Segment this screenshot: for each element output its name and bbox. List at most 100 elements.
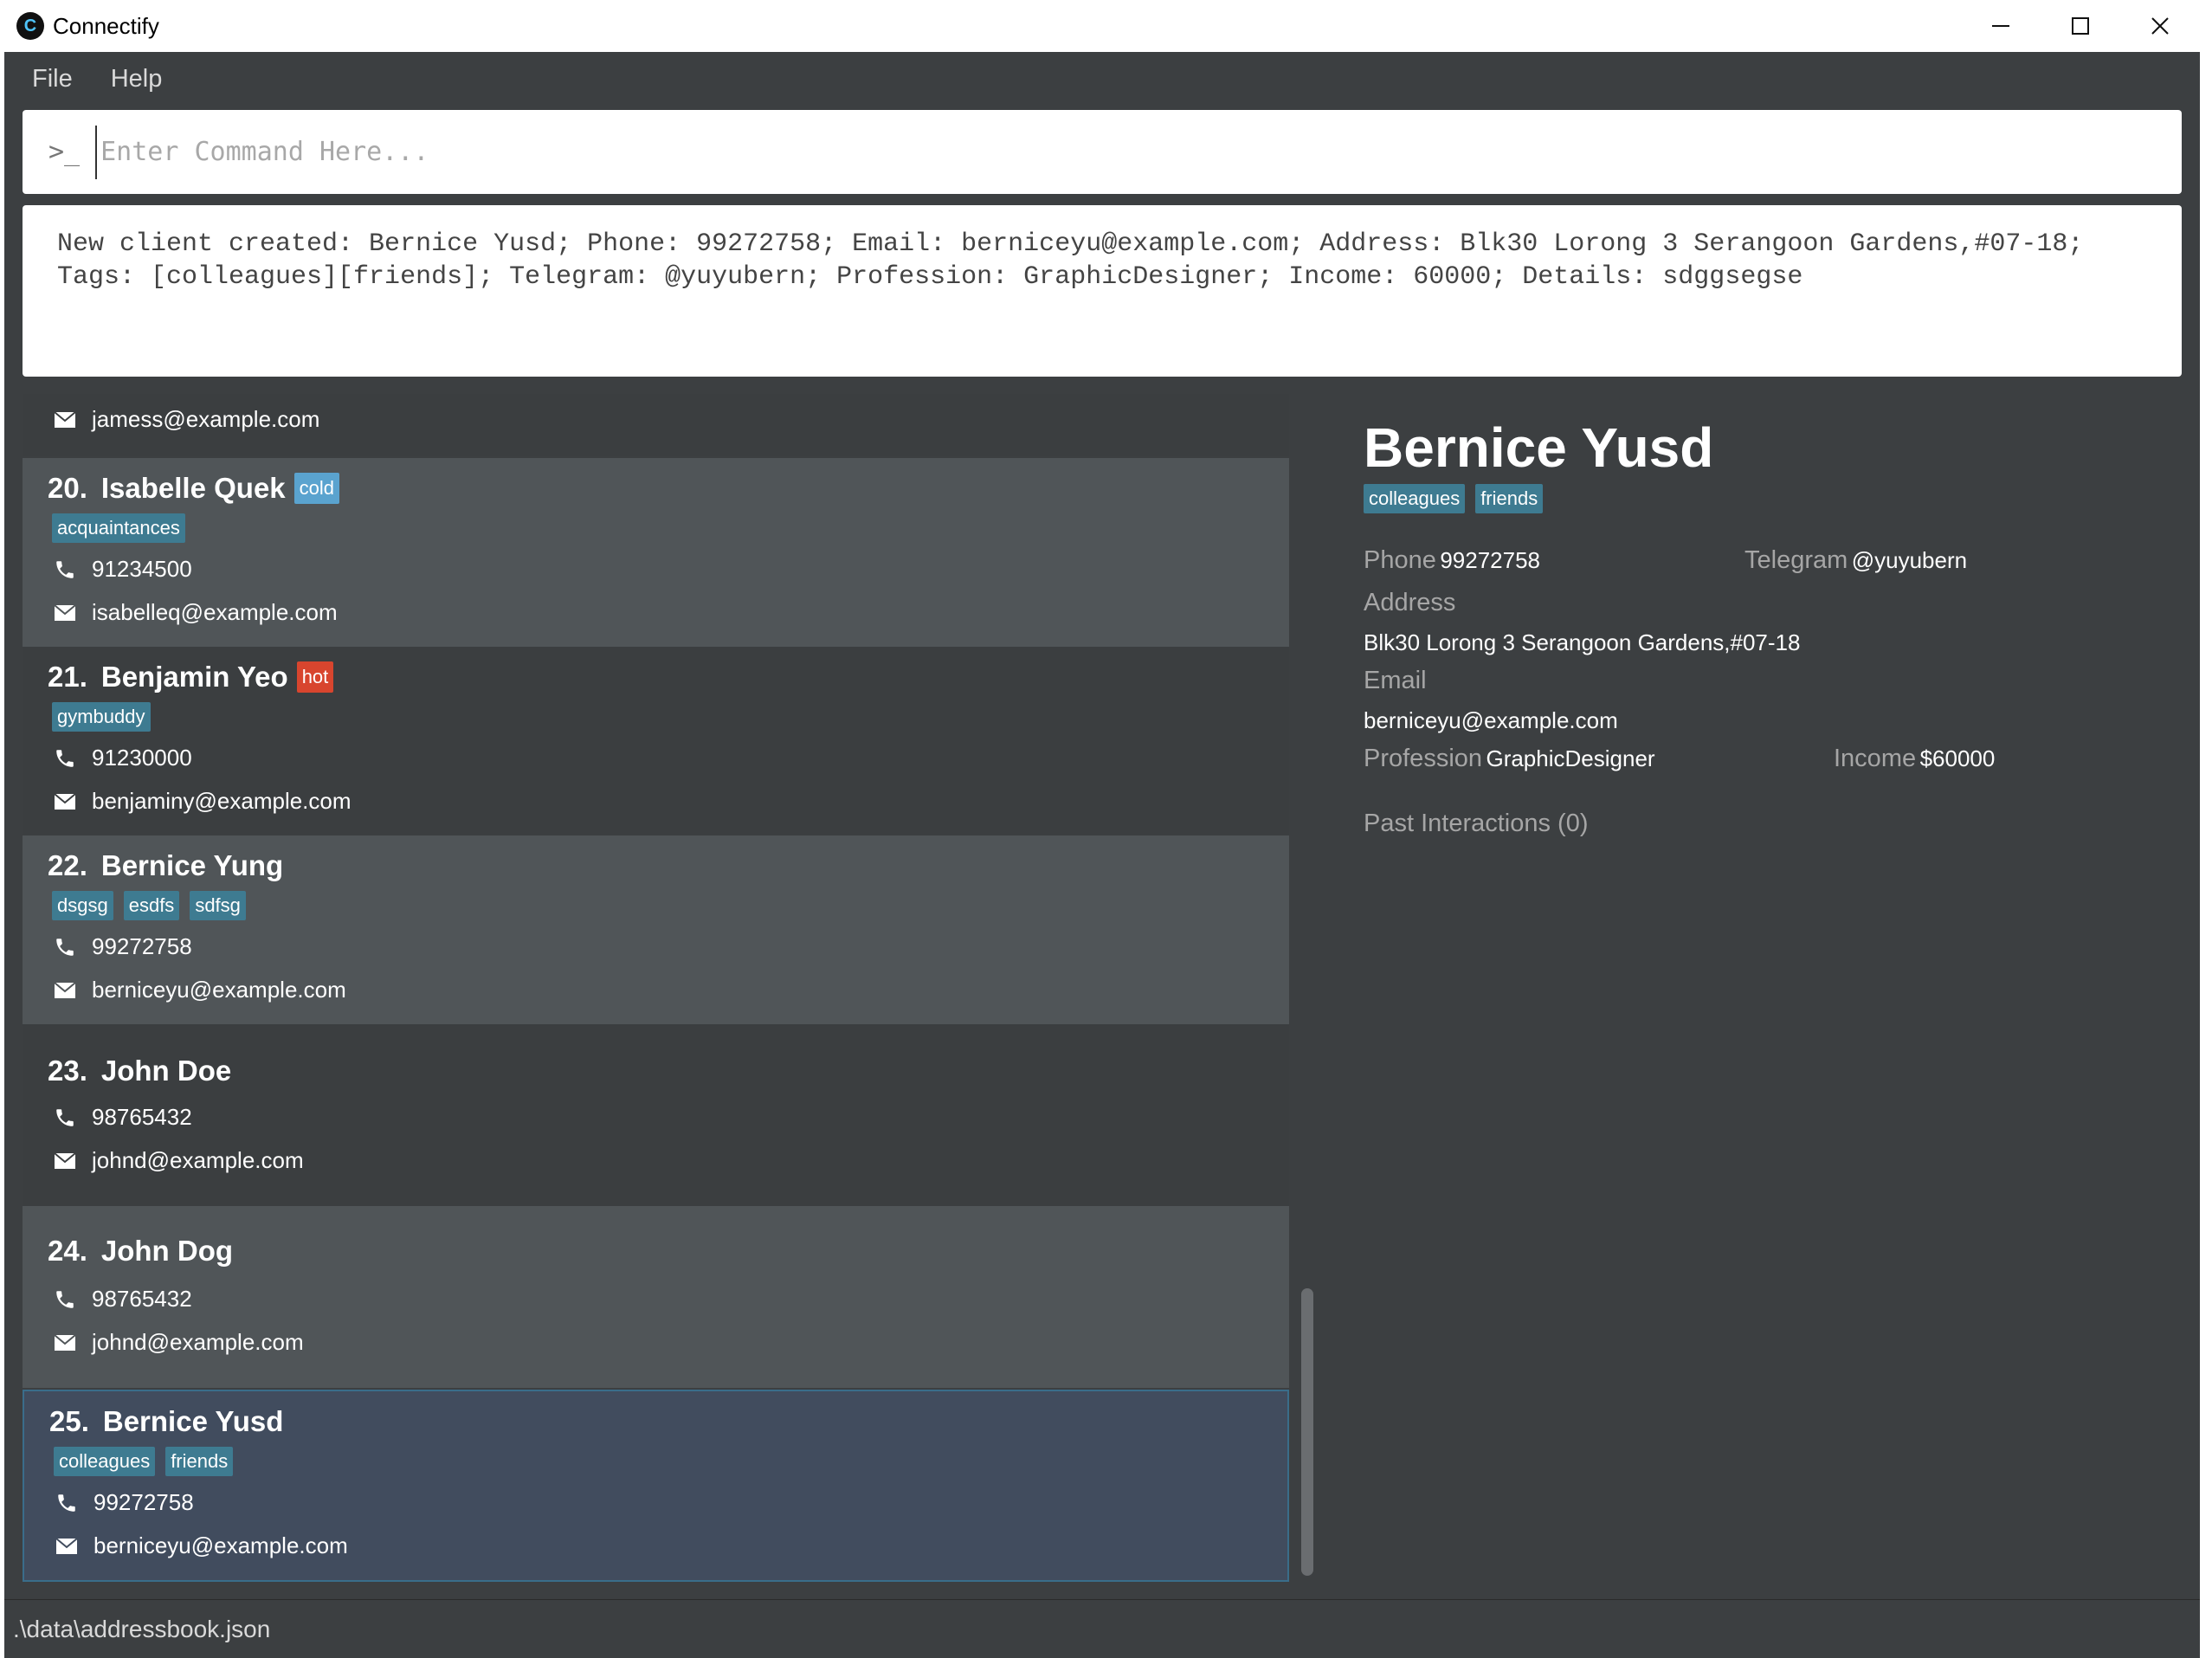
tag: colleagues	[1364, 484, 1466, 513]
phone-icon	[52, 1288, 78, 1311]
client-card[interactable]: 20. Isabelle Quek cold acquaintances 912…	[23, 458, 1289, 647]
client-card[interactable]: 22. Bernice Yung dsgsg esdfs sdfsg 99272…	[23, 835, 1289, 1024]
envelope-icon	[52, 603, 78, 622]
client-card-selected[interactable]: 25. Bernice Yusd colleagues friends 9927…	[23, 1390, 1289, 1582]
email-value: berniceyu@example.com	[1364, 707, 1618, 733]
menu-file[interactable]: File	[32, 65, 73, 94]
tag: acquaintances	[52, 513, 185, 543]
email-label: Email	[1364, 667, 1427, 694]
client-phone: 99272758	[94, 1489, 194, 1515]
client-tags: gymbuddy	[52, 702, 161, 732]
client-index: 21.	[48, 661, 87, 693]
client-name: John Dog	[100, 1235, 234, 1267]
past-interactions-header[interactable]: Past Interactions (0)	[1364, 810, 1589, 838]
client-name: Benjamin Yeo	[100, 661, 288, 693]
client-card[interactable]: 24. John Dog 98765432 johnd@example.com	[23, 1206, 1289, 1388]
client-email-row: berniceyu@example.com	[52, 977, 346, 1003]
result-text: New client created: Bernice Yusd; Phone:…	[57, 229, 2084, 292]
detail-profession: Profession GraphicDesigner	[1364, 745, 1655, 773]
maximize-button[interactable]	[2041, 0, 2120, 52]
command-box: >_	[23, 110, 2182, 194]
client-card[interactable]: 21. Benjamin Yeo hot gymbuddy 91230000 b…	[23, 647, 1289, 835]
phone-icon	[52, 747, 78, 770]
client-phone-row: 98765432	[52, 1104, 192, 1131]
phone-icon	[52, 558, 78, 581]
client-phone: 98765432	[92, 1104, 192, 1130]
client-email-row: isabelleq@example.com	[52, 599, 338, 626]
minimize-button[interactable]	[1961, 0, 2041, 52]
minimize-icon	[1992, 25, 2009, 27]
app-logo-icon: C	[16, 12, 44, 40]
command-input[interactable]	[95, 125, 2182, 179]
client-list[interactable]: jamess@example.com 20. Isabelle Quek col…	[23, 394, 1289, 1584]
client-email: benjaminy@example.com	[92, 788, 351, 814]
client-email-row: jamess@example.com	[52, 406, 319, 433]
menu-help[interactable]: Help	[111, 65, 163, 94]
envelope-icon	[52, 1152, 78, 1170]
client-phone-row: 99272758	[54, 1489, 194, 1516]
priority-badge: hot	[296, 661, 334, 693]
envelope-icon	[52, 792, 78, 810]
income-label: Income	[1834, 745, 1917, 772]
phone-value: 99272758	[1440, 547, 1540, 573]
client-name-row: 24. John Dog	[48, 1235, 233, 1268]
envelope-icon	[52, 1333, 78, 1352]
client-name: Isabelle Quek	[100, 472, 286, 504]
client-email-row: johnd@example.com	[52, 1147, 304, 1174]
address-value: Blk30 Lorong 3 Serangoon Gardens,#07-18	[1364, 629, 1801, 655]
tag: dsgsg	[52, 891, 113, 920]
client-phone: 98765432	[92, 1286, 192, 1312]
priority-badge: cold	[293, 473, 340, 504]
tag: colleagues	[54, 1447, 156, 1476]
telegram-label: Telegram	[1744, 546, 1848, 574]
client-index: 25.	[49, 1405, 89, 1437]
client-name-row: 23. John Doe	[48, 1055, 231, 1087]
phone-icon	[54, 1492, 80, 1514]
profession-value: GraphicDesigner	[1486, 745, 1655, 771]
client-card-partial[interactable]: jamess@example.com	[23, 394, 1289, 456]
address-label: Address	[1364, 589, 1456, 616]
client-name: Bernice Yusd	[102, 1405, 284, 1437]
client-email-row: johnd@example.com	[52, 1329, 304, 1356]
result-display: New client created: Bernice Yusd; Phone:…	[23, 205, 2182, 377]
client-name: John Doe	[100, 1055, 232, 1087]
menu-bar: File Help	[4, 52, 2200, 106]
client-tags: colleagues friends	[54, 1447, 243, 1476]
tag: sdfsg	[190, 891, 246, 920]
close-button[interactable]	[2120, 0, 2200, 52]
close-icon	[2151, 17, 2169, 35]
detail-name: Bernice Yusd	[1364, 416, 1714, 479]
client-index: 20.	[48, 472, 87, 504]
list-scrollbar-thumb[interactable]	[1301, 1288, 1313, 1576]
client-card[interactable]: 23. John Doe 98765432 johnd@example.com	[23, 1024, 1289, 1206]
window-title: Connectify	[53, 12, 159, 39]
client-phone-row: 91230000	[52, 745, 192, 771]
client-name-row: 22. Bernice Yung	[48, 849, 283, 882]
client-email: jamess@example.com	[92, 406, 320, 432]
client-name-row: 20. Isabelle Quek cold	[48, 472, 340, 505]
client-email: johnd@example.com	[92, 1329, 304, 1355]
phone-icon	[52, 936, 78, 958]
envelope-icon	[52, 410, 78, 429]
client-index: 24.	[48, 1235, 87, 1267]
client-tags: acquaintances	[52, 513, 196, 543]
tag: friends	[1475, 484, 1544, 513]
client-email: berniceyu@example.com	[92, 977, 346, 1003]
terminal-prompt-icon: >_	[48, 137, 81, 167]
client-phone: 91230000	[92, 745, 192, 771]
client-phone-row: 98765432	[52, 1286, 192, 1313]
maximize-icon	[2072, 17, 2089, 35]
phone-label: Phone	[1364, 546, 1436, 574]
client-name-row: 21. Benjamin Yeo hot	[48, 661, 334, 694]
client-phone: 91234500	[92, 556, 192, 582]
client-phone: 99272758	[92, 933, 192, 959]
detail-telegram: Telegram @yuyubern	[1744, 546, 1967, 575]
client-email: berniceyu@example.com	[94, 1532, 348, 1558]
detail-tags: colleagues friends	[1364, 484, 1553, 513]
client-name-row: 25. Bernice Yusd	[49, 1405, 283, 1438]
phone-icon	[52, 1106, 78, 1129]
tag: gymbuddy	[52, 702, 151, 732]
detail-income: Income $60000	[1834, 745, 1995, 773]
client-phone-row: 91234500	[52, 556, 192, 583]
client-index: 23.	[48, 1055, 87, 1087]
